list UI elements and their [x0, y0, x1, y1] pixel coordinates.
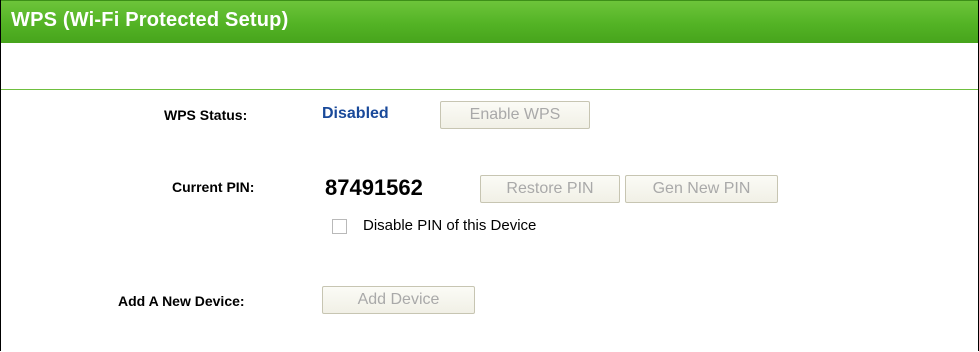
wps-panel: WPS (Wi-Fi Protected Setup) WPS Status: … — [0, 0, 979, 351]
enable-wps-button[interactable]: Enable WPS — [440, 101, 590, 129]
add-device-button[interactable]: Add Device — [322, 286, 475, 314]
restore-pin-button[interactable]: Restore PIN — [480, 175, 620, 203]
page-title: WPS (Wi-Fi Protected Setup) — [11, 9, 289, 31]
disable-pin-checkbox-label: Disable PIN of this Device — [363, 217, 537, 234]
header-divider — [1, 89, 978, 90]
gen-new-pin-button[interactable]: Gen New PIN — [625, 175, 778, 203]
current-pin-label: Current PIN: — [172, 179, 255, 195]
wps-status-value: Disabled — [322, 105, 389, 122]
add-device-label: Add A New Device: — [118, 293, 245, 309]
wps-status-label: WPS Status: — [164, 107, 248, 123]
current-pin-value: 87491562 — [325, 175, 423, 200]
disable-pin-checkbox[interactable] — [332, 219, 347, 234]
title-bar: WPS (Wi-Fi Protected Setup) — [1, 0, 978, 43]
